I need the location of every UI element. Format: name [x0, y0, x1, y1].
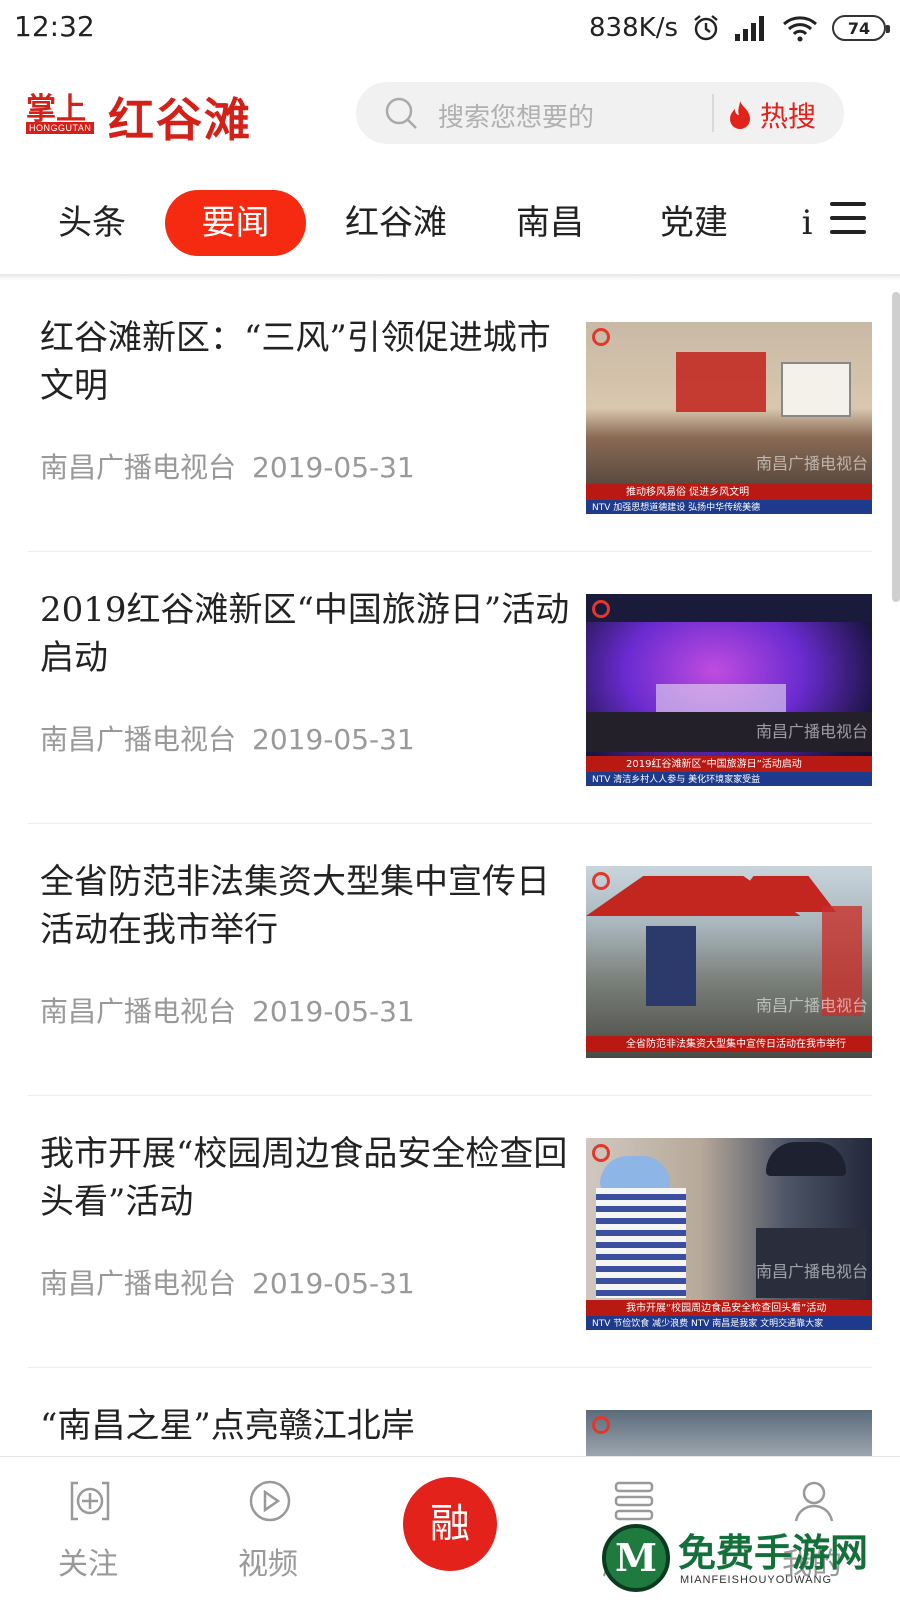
- news-item[interactable]: 我市开展“校园周边食品安全检查回头看”活动 南昌广播电视台 2019-05-31 …: [28, 1096, 872, 1368]
- thumb-watermark: 南昌广播电视台: [755, 454, 868, 473]
- news-title: 全省防范非法集资大型集中宣传日活动在我市举行: [40, 862, 550, 950]
- news-title: 2019红谷滩新区“中国旅游日”活动启动: [40, 590, 570, 678]
- news-feed: 红谷滩新区：“三风”引领促进城市文明 南昌广播电视台 2019-05-31 南昌广…: [0, 280, 900, 1456]
- news-thumbnail: 南昌广播电视台 2019红谷滩新区“中国旅游日”活动启动 NTV 清洁乡村人人参…: [586, 594, 872, 786]
- striped-shirt: [596, 1188, 686, 1298]
- tab-partial[interactable]: i: [800, 190, 814, 256]
- tv-logo-icon: [592, 600, 610, 618]
- tab-nanchang[interactable]: 南昌: [510, 190, 590, 256]
- news-title: 我市开展“校园周边食品安全检查回头看”活动: [40, 1134, 568, 1222]
- category-tabs: 头条 要闻 红谷滩 南昌 党建 i: [0, 184, 900, 264]
- news-item[interactable]: 2019红谷滩新区“中国旅游日”活动启动 南昌广播电视台 2019-05-31 南…: [28, 552, 872, 824]
- tab-honggutan[interactable]: 红谷滩: [336, 190, 456, 256]
- thumb-caption: 我市开展“校园周边食品安全检查回头看”活动: [626, 1303, 827, 1314]
- nav-follow[interactable]: 关注: [28, 1457, 148, 1600]
- search-icon: [385, 97, 417, 129]
- menu-icon[interactable]: [830, 200, 870, 236]
- thumb-caption: 推动移风易俗 促进乡风文明: [626, 487, 750, 498]
- scrollbar[interactable]: [892, 292, 900, 602]
- news-meta: 南昌广播电视台 2019-05-31: [40, 718, 415, 758]
- news-item[interactable]: 全省防范非法集资大型集中宣传日活动在我市举行 南昌广播电视台 2019-05-31…: [28, 824, 872, 1096]
- news-date: 2019-05-31: [252, 1267, 415, 1300]
- thumb-caption: 全省防范非法集资大型集中宣传日活动在我市举行: [626, 1039, 846, 1050]
- news-source: 南昌广播电视台: [40, 1267, 237, 1300]
- display-booth: [646, 926, 696, 1006]
- thumb-ticker: NTV 清洁乡村人人参与 美化环境家家受益: [592, 775, 761, 785]
- search-placeholder: 搜索您想要的: [438, 103, 595, 133]
- status-time: 12:32: [14, 10, 95, 43]
- news-item[interactable]: 红谷滩新区：“三风”引领促进城市文明 南昌广播电视台 2019-05-31 南昌广…: [28, 280, 872, 552]
- news-meta: 南昌广播电视台 2019-05-31: [40, 446, 415, 486]
- watermark-logo: M: [602, 1524, 670, 1592]
- app-logo[interactable]: 掌上 HONGGUTAN 红谷滩: [24, 84, 284, 147]
- site-watermark: M 免费手游网 MIANFEISHOUYOUWANG: [602, 1520, 894, 1596]
- tab-yaowen[interactable]: 要闻: [165, 190, 306, 256]
- thumb-watermark: 南昌广播电视台: [755, 722, 868, 741]
- battery-icon: 74: [832, 15, 890, 41]
- news-meta: 南昌广播电视台 2019-05-31: [40, 990, 415, 1030]
- stage-backdrop: [676, 352, 766, 412]
- news-date: 2019-05-31: [252, 723, 415, 756]
- nav-video[interactable]: 视频: [208, 1457, 328, 1600]
- uniform-cap: [766, 1142, 846, 1176]
- thumb-watermark: 南昌广播电视台: [755, 1262, 868, 1281]
- user-icon: [794, 1481, 834, 1522]
- app-header: 掌上 HONGGUTAN 红谷滩 搜索您想要的 热搜: [0, 72, 900, 152]
- list-icon: [614, 1481, 654, 1521]
- news-thumbnail: 南昌广播电视台 全省防范非法集资大型集中宣传日活动在我市举行: [586, 866, 872, 1058]
- news-title: 红谷滩新区：“三风”引领促进城市文明: [40, 318, 551, 406]
- thumb-caption: 2019红谷滩新区“中国旅游日”活动启动: [626, 759, 802, 770]
- projector-screen: [781, 362, 851, 417]
- news-meta: 南昌广播电视台 2019-05-31: [40, 1262, 415, 1302]
- tv-logo-icon: [592, 328, 610, 346]
- news-source: 南昌广播电视台: [40, 995, 237, 1028]
- rong-center-button[interactable]: 融: [403, 1477, 497, 1571]
- thumb-ticker: NTV 加强思想道德建设 弘扬中华传统美德: [592, 503, 761, 513]
- hair-cap: [600, 1156, 670, 1190]
- news-date: 2019-05-31: [252, 451, 415, 484]
- news-thumbnail: [586, 1410, 872, 1456]
- logo-tag: HONGGUTAN: [26, 122, 95, 134]
- tv-logo-icon: [592, 1416, 610, 1434]
- hot-search-label: 热搜: [760, 100, 817, 133]
- watermark-title: 免费手游网: [678, 1530, 869, 1575]
- tv-logo-icon: [592, 872, 610, 890]
- news-source: 南昌广播电视台: [40, 451, 237, 484]
- news-title: “南昌之星”点亮赣江北岸: [40, 1406, 415, 1446]
- news-thumbnail: 南昌广播电视台 我市开展“校园周边食品安全检查回头看”活动 NTV 节俭饮食 减…: [586, 1138, 872, 1330]
- news-source: 南昌广播电视台: [40, 723, 237, 756]
- signal-icon: [735, 16, 764, 41]
- search-divider: [712, 94, 714, 132]
- thumb-watermark: 南昌广播电视台: [755, 996, 868, 1015]
- hot-search-button[interactable]: 热搜: [728, 95, 816, 135]
- logo-big-text: 红谷滩: [108, 93, 252, 147]
- news-thumbnail: 南昌广播电视台 推动移风易俗 促进乡风文明 NTV 加强思想道德建设 弘扬中华传…: [586, 322, 872, 514]
- plus-bracket-icon: [70, 1481, 110, 1521]
- status-bar: 12:32 838K/s 74: [0, 0, 900, 56]
- search-bar[interactable]: 搜索您想要的 热搜: [356, 82, 844, 144]
- watermark-subtitle: MIANFEISHOUYOUWANG: [680, 1574, 833, 1586]
- tab-toutiao[interactable]: 头条: [52, 190, 132, 256]
- thumb-ticker: NTV 节俭饮食 减少浪费 NTV 南昌是我家 文明交通靠大家: [592, 1319, 824, 1329]
- network-speed: 838K/s: [589, 13, 678, 43]
- dancers: [656, 684, 786, 714]
- alarm-icon: [694, 15, 718, 41]
- tv-logo-icon: [592, 1144, 610, 1162]
- flame-icon: [730, 101, 750, 129]
- play-icon: [249, 1480, 291, 1522]
- nav-video-label: 视频: [238, 1547, 298, 1582]
- tab-dangjian[interactable]: 党建: [654, 190, 734, 256]
- news-item[interactable]: “南昌之星”点亮赣江北岸: [28, 1368, 872, 1456]
- wifi-icon: [783, 16, 817, 42]
- status-icons: 838K/s 74: [589, 10, 890, 46]
- battery-level: 74: [847, 18, 871, 38]
- stage-truss: [586, 594, 872, 622]
- nav-follow-label: 关注: [58, 1547, 118, 1582]
- news-date: 2019-05-31: [252, 995, 415, 1028]
